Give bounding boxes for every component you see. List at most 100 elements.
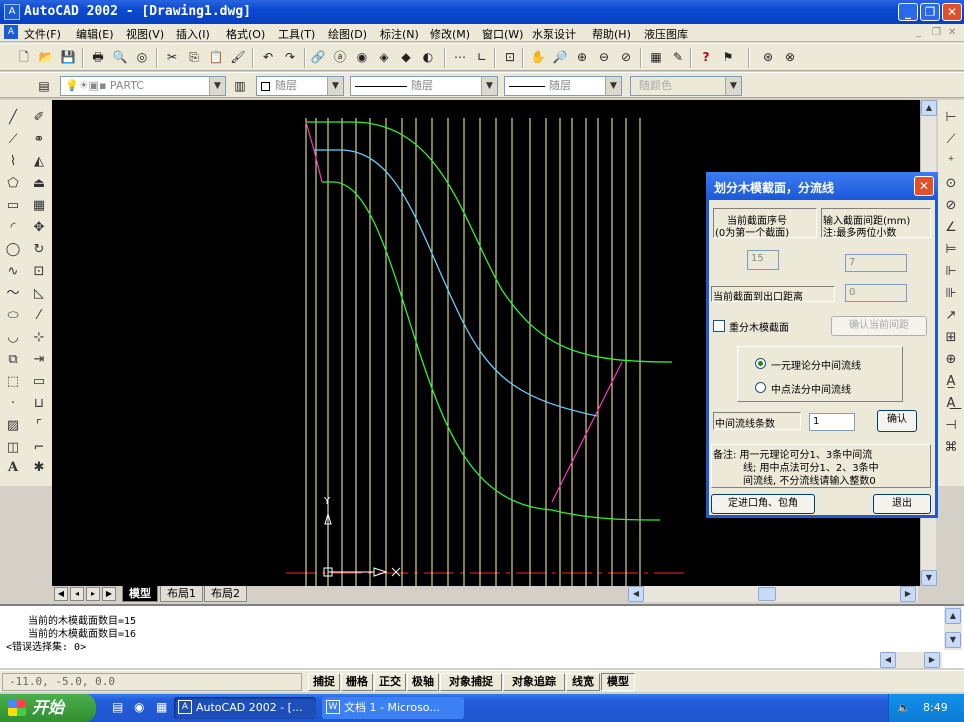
polyline-icon[interactable]: ⌇ [3,152,23,172]
chamfer-icon[interactable]: ⌜ [29,416,49,436]
express-icon[interactable]: ⚑ [718,47,738,67]
named-views-icon[interactable]: ⊡ [500,47,520,67]
ellipse-icon[interactable]: ⬭ [3,306,23,326]
spacing-input[interactable]: 7 [845,254,907,272]
menu-edit[interactable]: 编辑(E) [76,26,114,42]
radio-1d-theory[interactable] [755,358,766,369]
chevron-down-icon[interactable]: ▼ [481,77,497,95]
command-window[interactable]: 当前的木模截面数目=15 当前的木模截面数目=16 <错误选择集: 0> ▲ ▼… [0,604,964,668]
tab-model[interactable]: 模型 [122,586,158,602]
coordinate-readout[interactable]: -11.0, -5.0, 0.0 [2,673,302,691]
menu-insert[interactable]: 插入(I) [176,26,210,42]
dim-style-icon[interactable]: ⌘ [941,438,961,458]
model-toggle[interactable]: 模型 [601,673,635,691]
insert-block-icon[interactable]: ⧉ [3,350,23,370]
paste-icon[interactable]: 📋 [206,47,226,67]
properties-icon[interactable]: ◐ [418,47,438,67]
horizontal-scrollbar[interactable]: ◀ ▶ [628,586,918,602]
maximize-button[interactable]: ❐ [920,3,940,21]
open-icon[interactable]: 📂 [36,47,56,67]
confirm-spacing-button[interactable]: 确认当前间距 [831,316,927,336]
autocad-app-icon[interactable]: A [4,4,20,20]
erase-icon[interactable]: ✐ [29,108,49,128]
match-properties-icon[interactable]: 🖌 [228,47,248,67]
command-scroll-up[interactable]: ▲ [945,608,961,624]
layer-manager-icon[interactable]: ▤ [34,76,54,96]
menu-pump-design[interactable]: 水泵设计 [532,26,576,42]
polygon-icon[interactable]: ⬠ [3,174,23,194]
revision-cloud-icon[interactable]: ∿ [3,262,23,282]
continue-dim-icon[interactable]: ⊪ [941,284,961,304]
make-block-icon[interactable]: ⬚ [3,372,23,392]
line-icon[interactable]: ╱ [3,108,23,128]
baseline-dim-icon[interactable]: ⊩ [941,262,961,282]
markup-icon[interactable]: ✎ [668,47,688,67]
arc-icon[interactable]: ◜ [3,218,23,238]
copy-object-icon[interactable]: ⚭ [29,130,49,150]
help-icon[interactable]: ? [696,47,716,67]
plugin-icon-1[interactable]: ⊛ [758,47,778,67]
command-scroll-right[interactable]: ▶ [924,652,940,668]
circle-icon[interactable]: ◯ [3,240,23,260]
diameter-dim-icon[interactable]: ⊘ [941,196,961,216]
tab-layout1[interactable]: 布局1 [160,586,203,602]
minimize-button[interactable]: _ [898,3,918,21]
multiline-text-icon[interactable]: A [3,458,23,478]
otrack-toggle[interactable]: 对象追踪 [503,673,565,691]
print-preview-icon[interactable]: 🔍 [110,47,130,67]
snap-toggle[interactable]: 捕捉 [308,673,340,691]
chevron-down-icon[interactable]: ▼ [725,77,741,95]
start-button[interactable]: 开始 [0,694,96,722]
trim-icon[interactable]: ⊹ [29,328,49,348]
scale-icon[interactable]: ⊡ [29,262,49,282]
fillet-icon[interactable]: ⌐ [29,438,49,458]
scroll-left-button[interactable]: ◀ [628,586,644,602]
menu-modify[interactable]: 修改(M) [430,26,470,42]
menu-dimension[interactable]: 标注(N) [380,26,419,42]
lengthen-icon[interactable]: ⁄ [29,306,49,326]
tolerance-icon[interactable]: ⊞ [941,328,961,348]
menu-help[interactable]: 帮助(H) [592,26,631,42]
aligned-dim-icon[interactable]: ⟋ [941,130,961,150]
ellipse-arc-icon[interactable]: ◡ [3,328,23,348]
polar-toggle[interactable]: 极轴 [407,673,439,691]
lineweight-toggle[interactable]: 线宽 [566,673,600,691]
radio-midpoint[interactable] [755,382,766,393]
quicklaunch-ie-icon[interactable]: ◉ [134,700,148,716]
color-combo[interactable]: 随层 ▼ [256,76,344,96]
document-icon[interactable]: A [4,25,18,39]
copy-icon[interactable]: ⎘ [184,47,204,67]
menu-view[interactable]: 视图(V) [126,26,164,42]
menu-tools[interactable]: 工具(T) [278,26,315,42]
mdi-restore-icon[interactable]: ❐ [932,27,941,38]
dim-text-edit-icon[interactable]: A͟ [941,394,961,414]
menu-window[interactable]: 窗口(W) [482,26,523,42]
menu-draw[interactable]: 绘图(D) [328,26,367,42]
prev-tab-icon[interactable]: ◂ [70,587,84,601]
array-icon[interactable]: ▦ [29,196,49,216]
calculator-icon[interactable]: ▦ [646,47,666,67]
zoom-extents-icon[interactable]: ⊘ [616,47,636,67]
task-autocad[interactable]: A AutoCAD 2002 - [... [174,697,316,719]
layout-icon[interactable]: ◉ [352,47,372,67]
print-icon[interactable]: 🖶 [88,47,108,67]
task-word[interactable]: W 文档 1 - Microso... [322,697,464,719]
chevron-down-icon[interactable]: ▼ [605,77,621,95]
quicklaunch-desktop-icon[interactable]: ▦ [156,700,170,716]
close-button[interactable]: ✕ [942,3,962,21]
layer-combo[interactable]: 💡☀▣▪ PARTC ▼ [60,76,226,96]
hyperlink-icon[interactable]: 🔗 [308,47,328,67]
menu-file[interactable]: 文件(F) [24,26,61,42]
undo-icon[interactable]: ↶ [258,47,278,67]
next-tab-icon[interactable]: ▸ [86,587,100,601]
rectangle-icon[interactable]: ▭ [3,196,23,216]
extend-icon[interactable]: ⇥ [29,350,49,370]
ordinate-dim-icon[interactable]: ⁺ [941,152,961,172]
quicklaunch-word-icon[interactable]: ▤ [112,700,126,716]
publish-icon[interactable]: ◎ [132,47,152,67]
ortho-toggle[interactable]: 正交 [374,673,406,691]
osnap-toggle[interactable]: 对象捕捉 [440,673,502,691]
linetype-combo[interactable]: 随层 ▼ [350,76,498,96]
tab-layout2[interactable]: 布局2 [204,586,247,602]
command-scroll-down[interactable]: ▼ [945,632,961,648]
